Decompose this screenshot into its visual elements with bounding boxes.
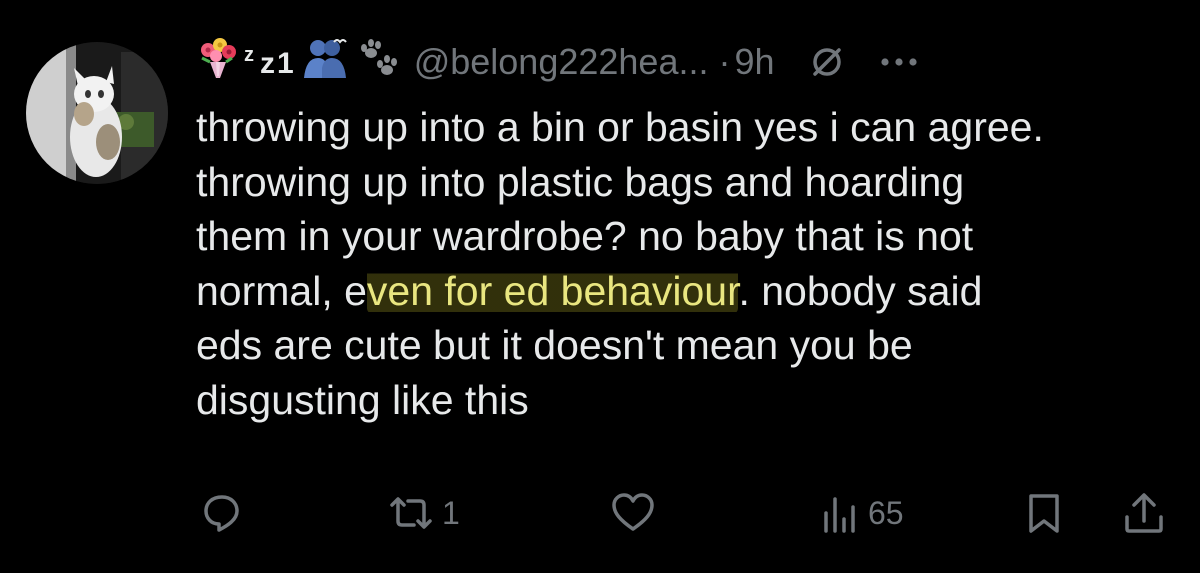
bookmark-icon xyxy=(1024,491,1064,535)
views-button[interactable]: 65 xyxy=(820,488,904,538)
paw-prints-icon xyxy=(354,36,400,89)
share-button[interactable] xyxy=(1122,488,1166,538)
views-count: 65 xyxy=(868,494,904,531)
tweet-header: z z1 @belong222hea... · 9h xyxy=(196,32,919,92)
display-name[interactable]: z z1 xyxy=(196,36,400,89)
avatar[interactable] xyxy=(26,42,168,184)
share-icon xyxy=(1122,491,1166,535)
repost-button[interactable]: 1 xyxy=(388,488,460,538)
tweet-text: throwing up into a bin or basin yes i ca… xyxy=(196,100,1186,427)
display-name-text: z z1 xyxy=(244,43,296,80)
two-people-hugging-icon xyxy=(300,36,350,89)
reply-button[interactable] xyxy=(200,488,252,538)
like-button[interactable] xyxy=(610,488,664,538)
bouquet-icon xyxy=(196,36,240,89)
reply-icon xyxy=(200,491,244,535)
post-time[interactable]: 9h xyxy=(734,41,774,83)
author-handle[interactable]: @belong222hea... xyxy=(414,41,709,83)
avatar-photo xyxy=(26,42,168,184)
bookmark-button[interactable] xyxy=(1024,488,1064,538)
highlighted-text: ven for ed behaviour xyxy=(366,267,739,314)
views-chart-icon xyxy=(820,491,860,535)
separator-dot: · xyxy=(718,41,731,82)
heart-icon xyxy=(610,491,656,535)
repost-icon xyxy=(388,491,434,535)
repost-count: 1 xyxy=(442,494,460,531)
action-bar: 1 65 xyxy=(190,488,1180,538)
more-options-icon[interactable] xyxy=(879,56,919,68)
hidden-reply-icon[interactable] xyxy=(809,44,845,80)
